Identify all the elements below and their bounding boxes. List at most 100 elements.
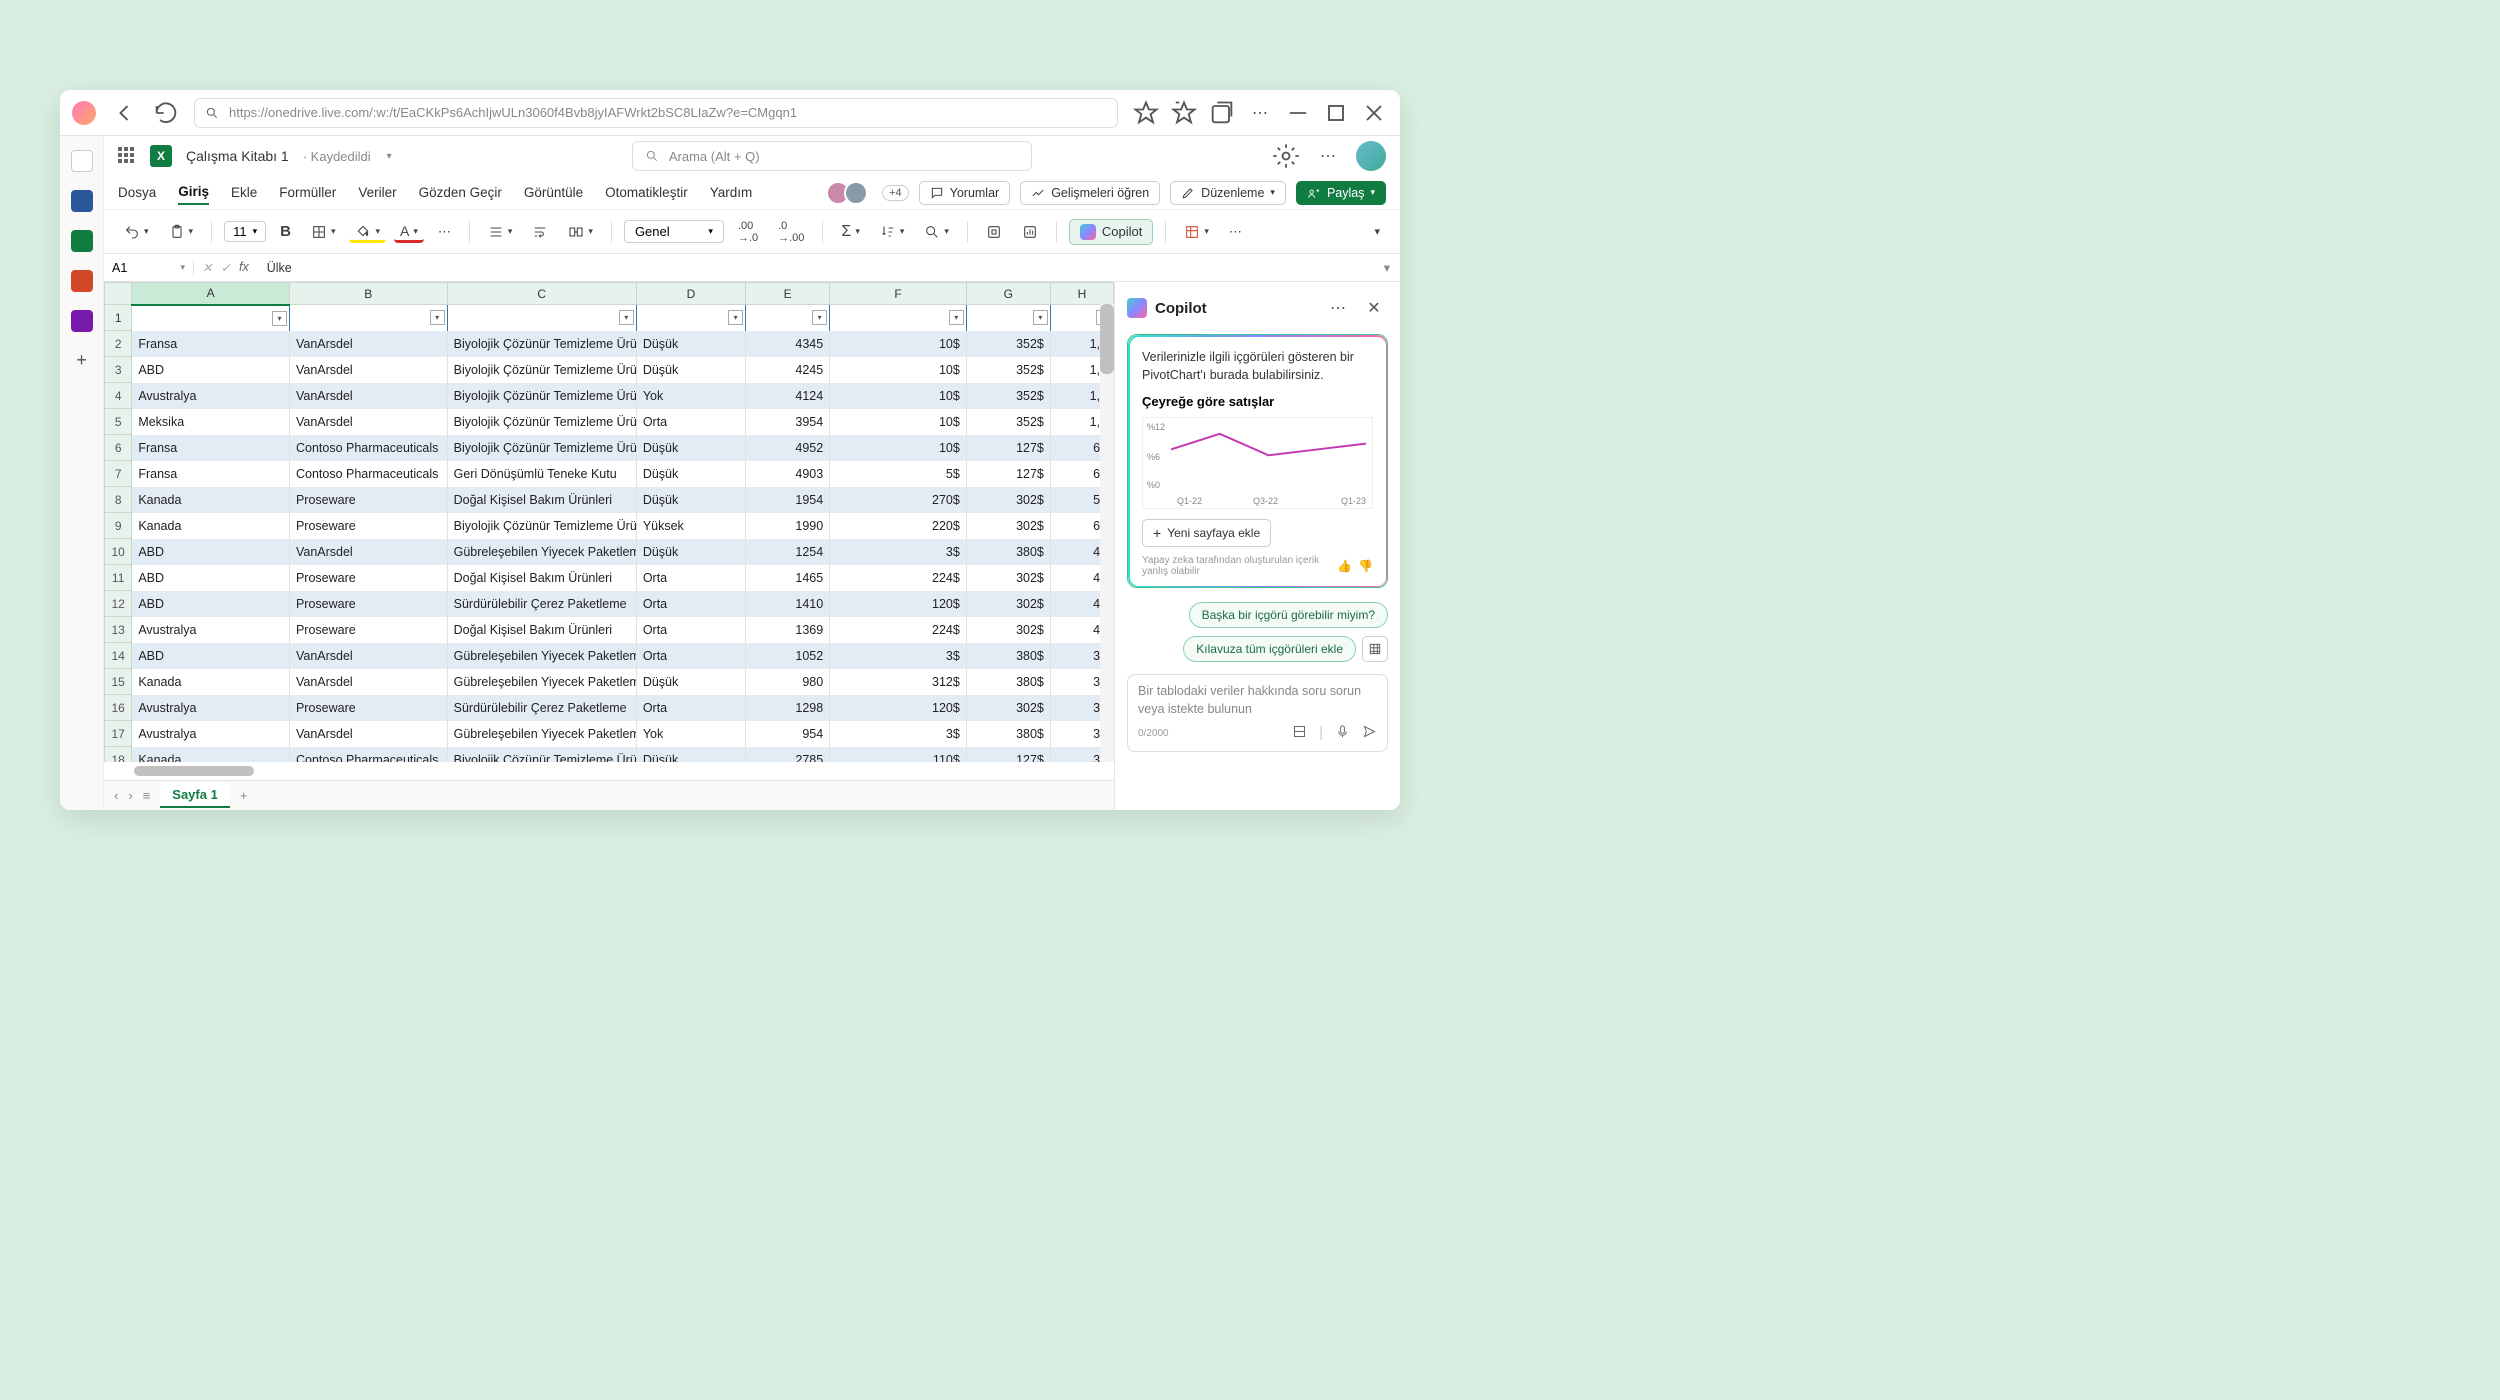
cell[interactable]: Orta xyxy=(636,695,745,721)
excel-icon[interactable] xyxy=(71,230,93,252)
cell[interactable]: ABD xyxy=(132,357,290,383)
presence-count[interactable]: +4 xyxy=(882,185,909,201)
cell[interactable]: 352$ xyxy=(966,357,1050,383)
wrap-text-button[interactable] xyxy=(526,221,554,243)
tab-automate[interactable]: Otomatikleştir xyxy=(605,181,688,204)
row-header[interactable]: 17 xyxy=(105,721,132,747)
cell[interactable]: ABD xyxy=(132,539,290,565)
mic-icon[interactable] xyxy=(1335,724,1350,743)
sidebar-add-icon[interactable]: + xyxy=(76,350,87,371)
table-column-header[interactable]: Satış Fiyatı▾ xyxy=(966,305,1050,331)
grid-reference-icon[interactable] xyxy=(1362,636,1388,662)
cell[interactable]: 270$ xyxy=(830,487,967,513)
cell[interactable]: Doğal Kişisel Bakım Ürünleri xyxy=(447,487,636,513)
copilot-input[interactable]: Bir tablodaki veriler hakkında soru soru… xyxy=(1127,674,1388,752)
more-icon[interactable]: ⋯ xyxy=(1314,142,1342,170)
sheet-tab[interactable]: Sayfa 1 xyxy=(160,783,230,808)
row-header[interactable]: 10 xyxy=(105,539,132,565)
fx-icon[interactable]: fx xyxy=(239,260,249,275)
cell[interactable]: 5$ xyxy=(830,461,967,487)
cell[interactable]: Kanada xyxy=(132,513,290,539)
number-format-select[interactable]: Genel▾ xyxy=(624,220,724,243)
cell[interactable]: 2785 xyxy=(746,747,830,763)
editing-mode-button[interactable]: Düzenleme ▾ xyxy=(1170,181,1286,205)
search-input[interactable]: Arama (Alt + Q) xyxy=(632,141,1032,171)
tab-formulas[interactable]: Formüller xyxy=(279,181,336,204)
column-header[interactable]: E xyxy=(746,283,830,305)
comments-button[interactable]: Yorumlar xyxy=(919,181,1011,205)
filter-icon[interactable]: ▾ xyxy=(728,310,743,325)
cell[interactable]: 1298 xyxy=(746,695,830,721)
cell[interactable]: Kanada xyxy=(132,747,290,763)
cell[interactable]: Doğal Kişisel Bakım Ürünleri xyxy=(447,565,636,591)
paste-button[interactable]: ▾ xyxy=(163,221,200,243)
cell[interactable]: Sürdürülebilir Çerez Paketleme xyxy=(447,591,636,617)
add-favorite-icon[interactable] xyxy=(1132,99,1160,127)
cell[interactable]: Proseware xyxy=(289,487,447,513)
cell[interactable]: Biyolojik Çözünür Temizleme Ürünl xyxy=(447,383,636,409)
thumbs-down-icon[interactable]: 👎 xyxy=(1358,559,1373,573)
row-header[interactable]: 14 xyxy=(105,643,132,669)
cell[interactable]: Proseware xyxy=(289,513,447,539)
cell[interactable]: Proseware xyxy=(289,617,447,643)
cell[interactable]: Düşük xyxy=(636,747,745,763)
cell[interactable]: Avustralya xyxy=(132,721,290,747)
filter-icon[interactable]: ▾ xyxy=(949,310,964,325)
tab-insert[interactable]: Ekle xyxy=(231,181,257,204)
cell[interactable]: 3954 xyxy=(746,409,830,435)
row-header[interactable]: 7 xyxy=(105,461,132,487)
analyze-data-button[interactable] xyxy=(1016,221,1044,243)
cell[interactable]: 127$ xyxy=(966,435,1050,461)
cell[interactable]: 10$ xyxy=(830,435,967,461)
cell[interactable]: 10$ xyxy=(830,383,967,409)
cell[interactable]: Orta xyxy=(636,617,745,643)
cell[interactable]: Proseware xyxy=(289,591,447,617)
filter-icon[interactable]: ▾ xyxy=(272,311,287,326)
thumbs-up-icon[interactable]: 👍 xyxy=(1337,559,1352,573)
cell[interactable]: 302$ xyxy=(966,565,1050,591)
cell[interactable]: 380$ xyxy=(966,539,1050,565)
cell[interactable]: Proseware xyxy=(289,565,447,591)
format-table-button[interactable]: ▾ xyxy=(1178,221,1215,243)
row-header[interactable]: 11 xyxy=(105,565,132,591)
settings-icon[interactable] xyxy=(1272,142,1300,170)
share-button[interactable]: Paylaş ▾ xyxy=(1296,181,1386,205)
cell[interactable]: 380$ xyxy=(966,669,1050,695)
row-header[interactable]: 2 xyxy=(105,331,132,357)
cell[interactable]: 302$ xyxy=(966,591,1050,617)
table-column-header[interactable]: Müşteri▾ xyxy=(289,305,447,331)
row-header[interactable]: 3 xyxy=(105,357,132,383)
cell[interactable]: 4345 xyxy=(746,331,830,357)
column-header[interactable]: F xyxy=(830,283,967,305)
name-box[interactable]: A1▾ xyxy=(104,261,194,275)
more-font-icon[interactable]: ⋯ xyxy=(432,221,457,243)
cell[interactable]: Doğal Kişisel Bakım Ürünleri xyxy=(447,617,636,643)
account-avatar-icon[interactable] xyxy=(1356,141,1386,171)
catchup-button[interactable]: Gelişmeleri öğren xyxy=(1020,181,1160,205)
cell[interactable]: 954 xyxy=(746,721,830,747)
cell[interactable]: 3$ xyxy=(830,721,967,747)
cell[interactable]: Gübreleşebilen Yiyecek Paketleme xyxy=(447,721,636,747)
cell[interactable]: Kanada xyxy=(132,669,290,695)
cell[interactable]: Gübreleşebilen Yiyecek Paketleme xyxy=(447,539,636,565)
cell[interactable]: VanArsdel xyxy=(289,383,447,409)
cell[interactable]: Fransa xyxy=(132,331,290,357)
bold-button[interactable]: B xyxy=(274,220,297,243)
addins-button[interactable] xyxy=(980,221,1008,243)
cell[interactable]: Contoso Pharmaceuticals xyxy=(289,747,447,763)
spreadsheet-grid[interactable]: A B C D E F G H 1Ülke▾Müşteri▾Ürün▾İndir… xyxy=(104,282,1114,762)
copilot-more-icon[interactable]: ⋯ xyxy=(1324,294,1352,322)
cell[interactable]: 1954 xyxy=(746,487,830,513)
borders-button[interactable]: ▾ xyxy=(305,221,342,243)
cell[interactable]: Avustralya xyxy=(132,383,290,409)
ribbon-collapse-icon[interactable]: ▾ xyxy=(1368,222,1386,241)
formula-input[interactable]: Ülke xyxy=(257,261,1374,275)
sheet-next-icon[interactable]: › xyxy=(128,788,132,803)
cell[interactable]: 10$ xyxy=(830,357,967,383)
refresh-button[interactable] xyxy=(152,99,180,127)
cell[interactable]: Avustralya xyxy=(132,617,290,643)
address-bar[interactable]: https://onedrive.live.com/:w:/t/EaCKkPs6… xyxy=(194,98,1118,128)
cell[interactable]: Biyolojik Çözünür Temizleme Ürünl xyxy=(447,513,636,539)
cell[interactable]: 302$ xyxy=(966,695,1050,721)
row-header[interactable]: 13 xyxy=(105,617,132,643)
